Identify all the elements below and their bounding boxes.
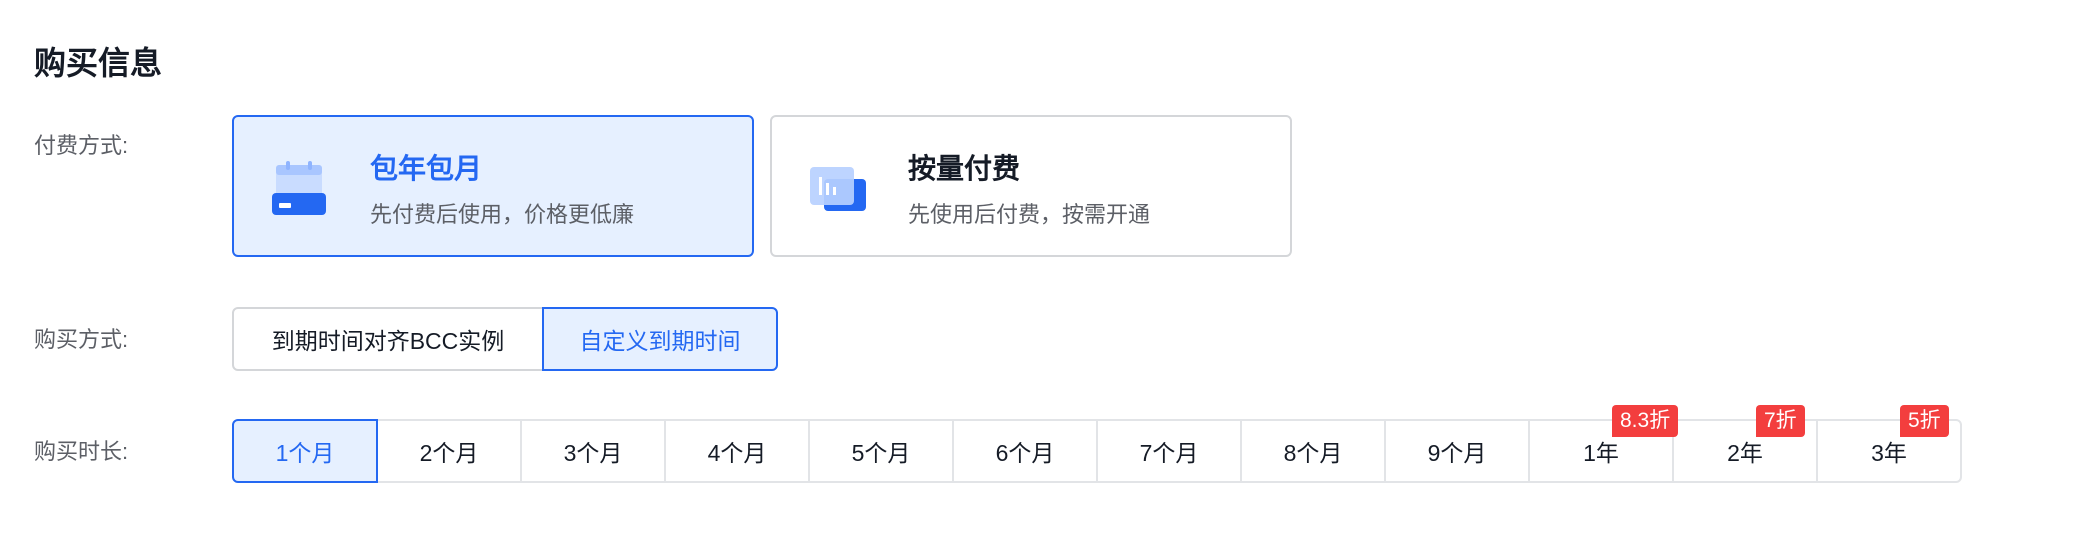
billing-option-pay-as-you-go[interactable]: 按量付费 先使用后付费，按需开通: [770, 115, 1292, 257]
duration-option-6-months[interactable]: 6个月: [952, 419, 1098, 483]
billing-method-label: 付费方式:: [34, 133, 129, 158]
duration-option-4-months[interactable]: 4个月: [664, 419, 810, 483]
purchase-mode-custom-button[interactable]: 自定义到期时间: [542, 307, 778, 371]
duration-option-3-months[interactable]: 3个月: [520, 419, 666, 483]
section-title: 购买信息: [34, 45, 163, 81]
purchase-mode-align-bcc-button[interactable]: 到期时间对齐BCC实例: [232, 307, 544, 371]
discount-badge: 7折: [1756, 405, 1805, 437]
billing-option-desc: 先使用后付费，按需开通: [908, 202, 1151, 227]
purchase-mode-label: 购买方式:: [34, 327, 129, 352]
chart-card-icon: [810, 159, 866, 219]
purchase-duration-label: 购买时长:: [34, 439, 129, 464]
discount-badge: 5折: [1900, 405, 1949, 437]
discount-badge: 8.3折: [1612, 405, 1679, 437]
duration-option-9-months[interactable]: 9个月: [1384, 419, 1530, 483]
billing-option-desc: 先付费后使用，价格更低廉: [370, 202, 635, 227]
duration-option-7-months[interactable]: 7个月: [1096, 419, 1242, 483]
duration-option-8-months[interactable]: 8个月: [1240, 419, 1386, 483]
billing-option-yearly-monthly[interactable]: 包年包月 先付费后使用，价格更低廉: [232, 115, 754, 257]
duration-option-2-months[interactable]: 2个月: [376, 419, 522, 483]
duration-option-1-month[interactable]: 1个月: [232, 419, 378, 483]
calendar-icon: [272, 159, 328, 219]
billing-option-title: 包年包月: [370, 153, 483, 184]
duration-option-5-months[interactable]: 5个月: [808, 419, 954, 483]
billing-option-title: 按量付费: [908, 153, 1021, 184]
